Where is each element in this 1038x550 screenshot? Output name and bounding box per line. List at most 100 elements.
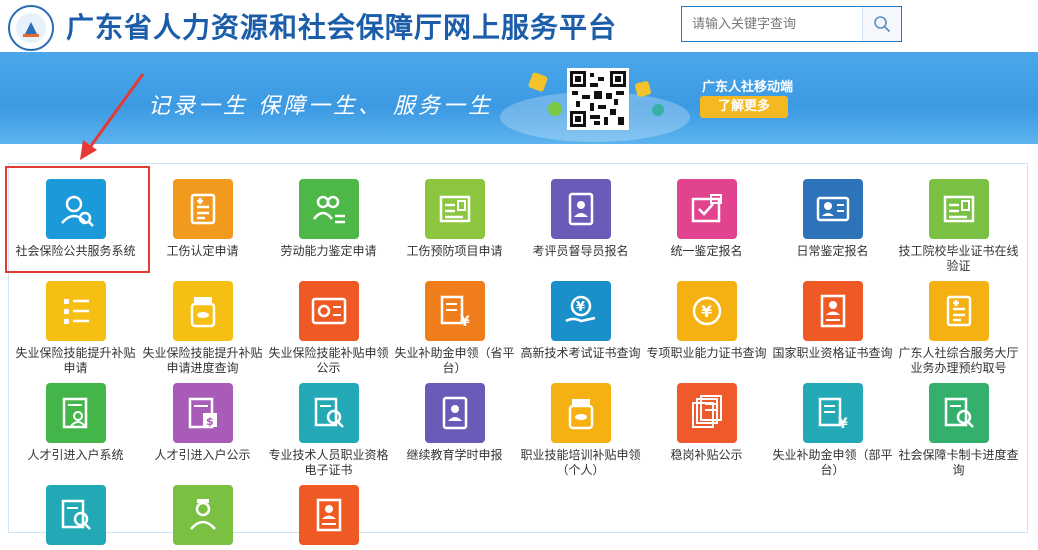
document-yuan-icon: ¥ (424, 281, 485, 341)
mobile-app-label: 广东人社移动端 (702, 80, 794, 95)
logo-bar (23, 34, 39, 37)
user-search-icon (45, 179, 106, 239)
qr-code (567, 68, 629, 130)
service-tile[interactable] (140, 485, 265, 550)
service-tile[interactable]: 失业保险技能提升补贴申请 (13, 281, 138, 376)
document-search-icon (928, 383, 989, 443)
service-label: 劳动能力鉴定申请 (280, 244, 377, 258)
search-button[interactable] (862, 7, 901, 41)
service-tile[interactable]: $ 人才引进入户公示 (140, 383, 265, 463)
money-card-icon (298, 281, 359, 341)
yuan-coin-icon: ¥ (676, 281, 737, 341)
service-tile[interactable]: 广东人社综合服务大厅业务办理预约取号 (896, 281, 1021, 376)
header: 广东省人力资源和社会保障厅网上服务平台 (0, 0, 1038, 52)
service-label: 工伤预防项目申请 (406, 244, 503, 258)
service-tile[interactable]: 工伤认定申请 (140, 179, 265, 259)
decoration-shape (652, 104, 664, 116)
search-box (681, 6, 902, 42)
service-label: 国家职业资格证书查询 (772, 346, 893, 360)
document-plus-icon (928, 281, 989, 341)
document-search-icon (45, 485, 106, 545)
service-tile[interactable] (13, 485, 138, 550)
profile-card-icon (298, 485, 359, 545)
service-label: 社会保险公共服务系统 (15, 244, 136, 258)
service-label: 日常鉴定报名 (796, 244, 869, 258)
learn-more-button[interactable]: 了解更多 (700, 96, 788, 118)
service-tile[interactable]: ¥ 失业补助金申领（部平台） (770, 383, 895, 478)
service-label: 人才引进入户公示 (154, 448, 251, 462)
certificate-icon (928, 179, 989, 239)
document-user-icon (45, 383, 106, 443)
service-tile[interactable] (266, 485, 391, 550)
svg-text:$: $ (206, 415, 214, 428)
stacked-documents-icon (676, 383, 737, 443)
service-tile[interactable]: 社会保险公共服务系统 (13, 179, 138, 259)
site-title: 广东省人力资源和社会保障厅网上服务平台 (66, 11, 618, 44)
svg-text:¥: ¥ (701, 302, 712, 321)
service-label: 失业保险技能提升补贴申请进度查询 (142, 346, 263, 375)
service-tile[interactable]: 工伤预防项目申请 (392, 179, 517, 259)
service-label: 专项职业能力证书查询 (646, 346, 767, 360)
approval-folder-icon (676, 179, 737, 239)
decoration-shape (527, 71, 549, 93)
service-tile[interactable]: 失业保险技能提升补贴申请进度查询 (140, 281, 265, 376)
service-label: 失业保险技能提升补贴申请 (15, 346, 136, 375)
service-tile[interactable]: ¥ 高新技术考试证书查询 (518, 281, 643, 361)
checklist-icon (45, 281, 106, 341)
banner: 记录一生 保障一生、 服务一生 广东人社移动端 了解更多 (0, 52, 1038, 144)
service-tile[interactable]: ¥ 失业补助金申领（省平台） (392, 281, 517, 376)
service-label: 广东人社综合服务大厅业务办理预约取号 (898, 346, 1019, 375)
svg-text:¥: ¥ (576, 300, 585, 315)
service-tile[interactable]: 劳动能力鉴定申请 (266, 179, 391, 259)
service-label: 考评员督导员报名 (532, 244, 629, 258)
search-icon (874, 16, 890, 32)
decoration-shape (634, 80, 652, 98)
decoration-shape (548, 102, 562, 116)
service-label: 失业补助金申领（部平台） (772, 448, 893, 477)
svg-text:¥: ¥ (838, 416, 848, 432)
svg-text:¥: ¥ (460, 314, 470, 330)
service-tile[interactable]: 继续教育学时申报 (392, 383, 517, 463)
service-label: 技工院校毕业证书在线验证 (898, 244, 1019, 273)
pill-jar-icon (172, 281, 233, 341)
logo-triangle (25, 22, 37, 34)
service-label: 失业补助金申领（省平台） (394, 346, 515, 375)
service-tile[interactable]: 日常鉴定报名 (770, 179, 895, 259)
qr-code-icon (570, 71, 626, 127)
service-label: 职业技能培训补贴申领（个人） (520, 448, 641, 477)
service-label: 继续教育学时申报 (406, 448, 503, 462)
service-label: 工伤认定申请 (166, 244, 239, 258)
banner-slogan: 记录一生 保障一生、 服务一生 (148, 94, 493, 119)
service-label: 专业技术人员职业资格电子证书 (268, 448, 389, 477)
service-tile[interactable]: 人才引进入户系统 (13, 383, 138, 463)
service-tile[interactable]: 职业技能培训补贴申领（个人） (518, 383, 643, 478)
service-tile[interactable]: 技工院校毕业证书在线验证 (896, 179, 1021, 274)
pill-jar-icon (550, 383, 611, 443)
document-search-icon (298, 383, 359, 443)
id-card-icon (550, 179, 611, 239)
department-logo[interactable] (8, 5, 54, 51)
profile-edit-icon (802, 179, 863, 239)
service-tile[interactable]: 失业保险技能补贴申领公示 (266, 281, 391, 376)
profile-card-icon (802, 281, 863, 341)
search-input[interactable] (682, 7, 872, 41)
id-card-icon (424, 383, 485, 443)
service-tile[interactable]: 考评员督导员报名 (518, 179, 643, 259)
service-label: 高新技术考试证书查询 (520, 346, 641, 360)
service-tile[interactable]: 统一鉴定报名 (644, 179, 769, 259)
service-label: 人才引进入户系统 (27, 448, 124, 462)
service-tile[interactable]: 专业技术人员职业资格电子证书 (266, 383, 391, 478)
document-yuan-icon: ¥ (802, 383, 863, 443)
certificate-icon (424, 179, 485, 239)
people-transfer-icon (298, 179, 359, 239)
logo-emblem (16, 13, 46, 43)
hand-yuan-icon: ¥ (550, 281, 611, 341)
service-tile[interactable]: 国家职业资格证书查询 (770, 281, 895, 361)
document-plus-icon (172, 179, 233, 239)
service-label: 失业保险技能补贴申领公示 (268, 346, 389, 375)
service-label: 稳岗补贴公示 (670, 448, 743, 462)
service-tile[interactable]: ¥ 专项职业能力证书查询 (644, 281, 769, 361)
service-tile[interactable]: 社会保障卡制卡进度查询 (896, 383, 1021, 478)
service-tile[interactable]: 稳岗补贴公示 (644, 383, 769, 463)
nurse-icon (172, 485, 233, 545)
